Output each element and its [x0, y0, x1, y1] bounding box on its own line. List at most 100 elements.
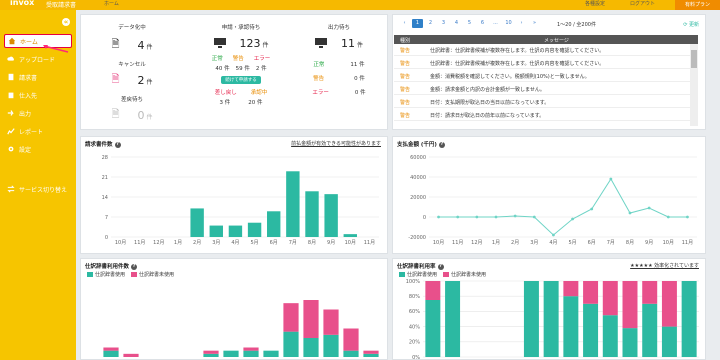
output-warn-count[interactable]: 0 件 — [354, 74, 365, 82]
sidebar-item-suppliers[interactable]: 仕入先 — [4, 88, 72, 102]
settings-link[interactable]: 各種設定 — [585, 0, 605, 7]
unit: 件 — [262, 42, 269, 49]
help-icon[interactable]: ? — [438, 141, 445, 148]
stacked-bar-segment — [563, 281, 579, 297]
legend-used[interactable]: 仕訳辞書使用 — [399, 271, 437, 278]
stacked-bar-segment — [103, 347, 119, 351]
help-icon[interactable]: ? — [437, 263, 444, 270]
gear-icon — [7, 145, 15, 153]
data-point — [494, 215, 498, 219]
page-button[interactable]: 10 — [503, 19, 514, 28]
page-button[interactable]: » — [529, 19, 540, 28]
page-button[interactable]: ... — [490, 19, 501, 28]
data-point — [475, 215, 479, 219]
refresh-button[interactable]: ⟳ 更新 — [683, 21, 699, 28]
page-button[interactable]: 2 — [425, 19, 436, 28]
message-type: 警告 — [400, 100, 411, 106]
sidebar-item-service-switch[interactable]: サービス切り替え — [4, 182, 72, 196]
dict-count-panel: 仕訳辞書利用件数? 仕訳辞書使用 仕訳辞書未使用 — [80, 258, 388, 360]
returned-count[interactable]: 3 件 — [220, 98, 231, 106]
message-row[interactable]: 警告 金額：請求金額と内訳の合計金額が一致しません。 — [394, 83, 690, 95]
cancel-count[interactable]: 2 — [138, 74, 145, 87]
x-tick-label: 5月 — [568, 240, 576, 246]
message-text: 金額：請求金額と内訳の合計金額が一致しません。 — [430, 87, 545, 93]
sidebar-item-label: 出力 — [19, 110, 32, 118]
brand-logo[interactable]: invox — [10, 0, 34, 7]
legend-used[interactable]: 仕訳辞書使用 — [87, 271, 125, 278]
output-count[interactable]: 11 — [341, 37, 355, 50]
x-tick-label: 11月 — [134, 240, 145, 246]
page-button[interactable]: 3 — [438, 19, 449, 28]
returned-label: 差し戻し — [214, 90, 237, 96]
page-button[interactable]: 5 — [464, 19, 475, 28]
sidebar-item-label: 設定 — [19, 146, 32, 154]
stat-head-data-wait: データ化中 — [118, 25, 146, 31]
sidebar-item-report[interactable]: レポート — [4, 124, 72, 138]
message-row[interactable]: 警告 日付：請求日が取込日の前年以前になっています。 — [394, 109, 690, 121]
stacked-bar-segment — [602, 315, 618, 357]
approval-count[interactable]: 123 — [240, 37, 261, 50]
page-button[interactable]: 1 — [412, 19, 423, 28]
sidebar-item-invoices[interactable]: 請求書 — [4, 70, 72, 84]
logout-link[interactable]: ログアウト — [630, 0, 655, 7]
x-tick-label: 4月 — [549, 240, 557, 246]
prepayment-link[interactable]: 前払金額が有効できる可能性があります — [291, 140, 381, 147]
page-button[interactable]: › — [516, 19, 527, 28]
stacked-bar-segment — [425, 300, 441, 357]
cloud-upload-icon — [7, 55, 15, 63]
output-warn-label: 警告 — [313, 76, 325, 82]
reject-wait-count[interactable]: 0 — [138, 109, 145, 122]
status-col-output: 出力待ち 11 件 正常 11 件 警告 0 件 エラー 0 件 — [291, 15, 387, 135]
x-tick-label: 9月 — [645, 240, 653, 246]
sidebar-item-upload[interactable]: アップロード — [4, 52, 72, 66]
upgrade-button[interactable]: 有料プラン — [675, 0, 720, 10]
efficiency-link[interactable]: ★★★★★ 効率化されています — [630, 262, 699, 269]
message-row[interactable]: 警告 仕訳辞書：仕訳辞書候補が複数存在します。仕訳の内容を確認してください。 — [394, 57, 690, 69]
chart-title: 請求書件数? — [85, 140, 121, 148]
approval-warn-label: 警告 — [232, 56, 244, 62]
output-error-count[interactable]: 0 件 — [355, 88, 366, 96]
approving-count[interactable]: 20 件 — [248, 98, 262, 106]
bar — [324, 194, 338, 237]
data-point — [552, 233, 555, 237]
stacked-bar-segment — [622, 328, 638, 357]
page-button[interactable]: 6 — [477, 19, 488, 28]
messages-scrollbar[interactable] — [690, 44, 698, 126]
x-tick-label: 7月 — [607, 240, 615, 246]
message-type: 警告 — [400, 61, 411, 67]
message-row[interactable]: 警告 仕訳辞書：仕訳辞書候補が複数存在します。仕訳の内容を確認してください。 — [394, 44, 690, 56]
stat-head-output: 出力待ち — [327, 25, 350, 31]
sidebar-item-label: ホーム — [20, 38, 38, 46]
x-tick-label: 2月 — [511, 240, 519, 246]
scrollbar-thumb[interactable] — [691, 50, 697, 68]
stacked-bar-segment — [681, 281, 697, 357]
data-wait-count[interactable]: 4 — [138, 39, 145, 52]
sidebar: « ホーム アップロード 請求書 仕入先 出力 レポート 設定 サービス切り替え — [0, 10, 76, 360]
approval-normal-count[interactable]: 40 件 — [215, 64, 229, 72]
output-normal-count[interactable]: 11 件 — [350, 60, 364, 68]
sidebar-collapse-button[interactable]: « — [62, 18, 70, 26]
help-icon[interactable]: ? — [114, 141, 121, 148]
x-tick-label: 11月 — [364, 240, 375, 246]
legend-unused[interactable]: 仕訳辞書未使用 — [131, 271, 174, 278]
continue-apply-button[interactable]: 続けて申請する — [221, 76, 261, 84]
stacked-bar-segment — [642, 281, 658, 304]
y-tick-label: 28 — [102, 155, 108, 161]
approval-error-count[interactable]: 2 件 — [256, 64, 267, 72]
payment-amount-panel: 支払金額 (千円)? -20000 0 20000 40000 60000 10月 11月 1… — [392, 136, 706, 254]
legend-unused[interactable]: 仕訳辞書未使用 — [443, 271, 486, 278]
x-tick-label: 8月 — [626, 240, 634, 246]
message-row[interactable]: 警告 金額：消費税額を確認してください。税額規則(10%)と一致しません。 — [394, 70, 690, 82]
y-tick-label: 80% — [409, 294, 420, 300]
sidebar-item-output[interactable]: 出力 — [4, 106, 72, 120]
page-button[interactable]: ‹ — [399, 19, 410, 28]
page-button[interactable]: 4 — [451, 19, 462, 28]
approval-warn-count[interactable]: 59 件 — [236, 64, 250, 72]
y-tick-label: 40000 — [410, 175, 426, 181]
y-tick-label: 20000 — [410, 195, 426, 201]
sidebar-item-settings[interactable]: 設定 — [4, 142, 72, 156]
help-icon[interactable]: ? — [131, 263, 138, 270]
message-type: 警告 — [400, 48, 411, 54]
message-row[interactable]: 警告 日付：支払期限が取込日の当日以前になっています。 — [394, 96, 690, 108]
x-tick-label: 3月 — [530, 240, 538, 246]
